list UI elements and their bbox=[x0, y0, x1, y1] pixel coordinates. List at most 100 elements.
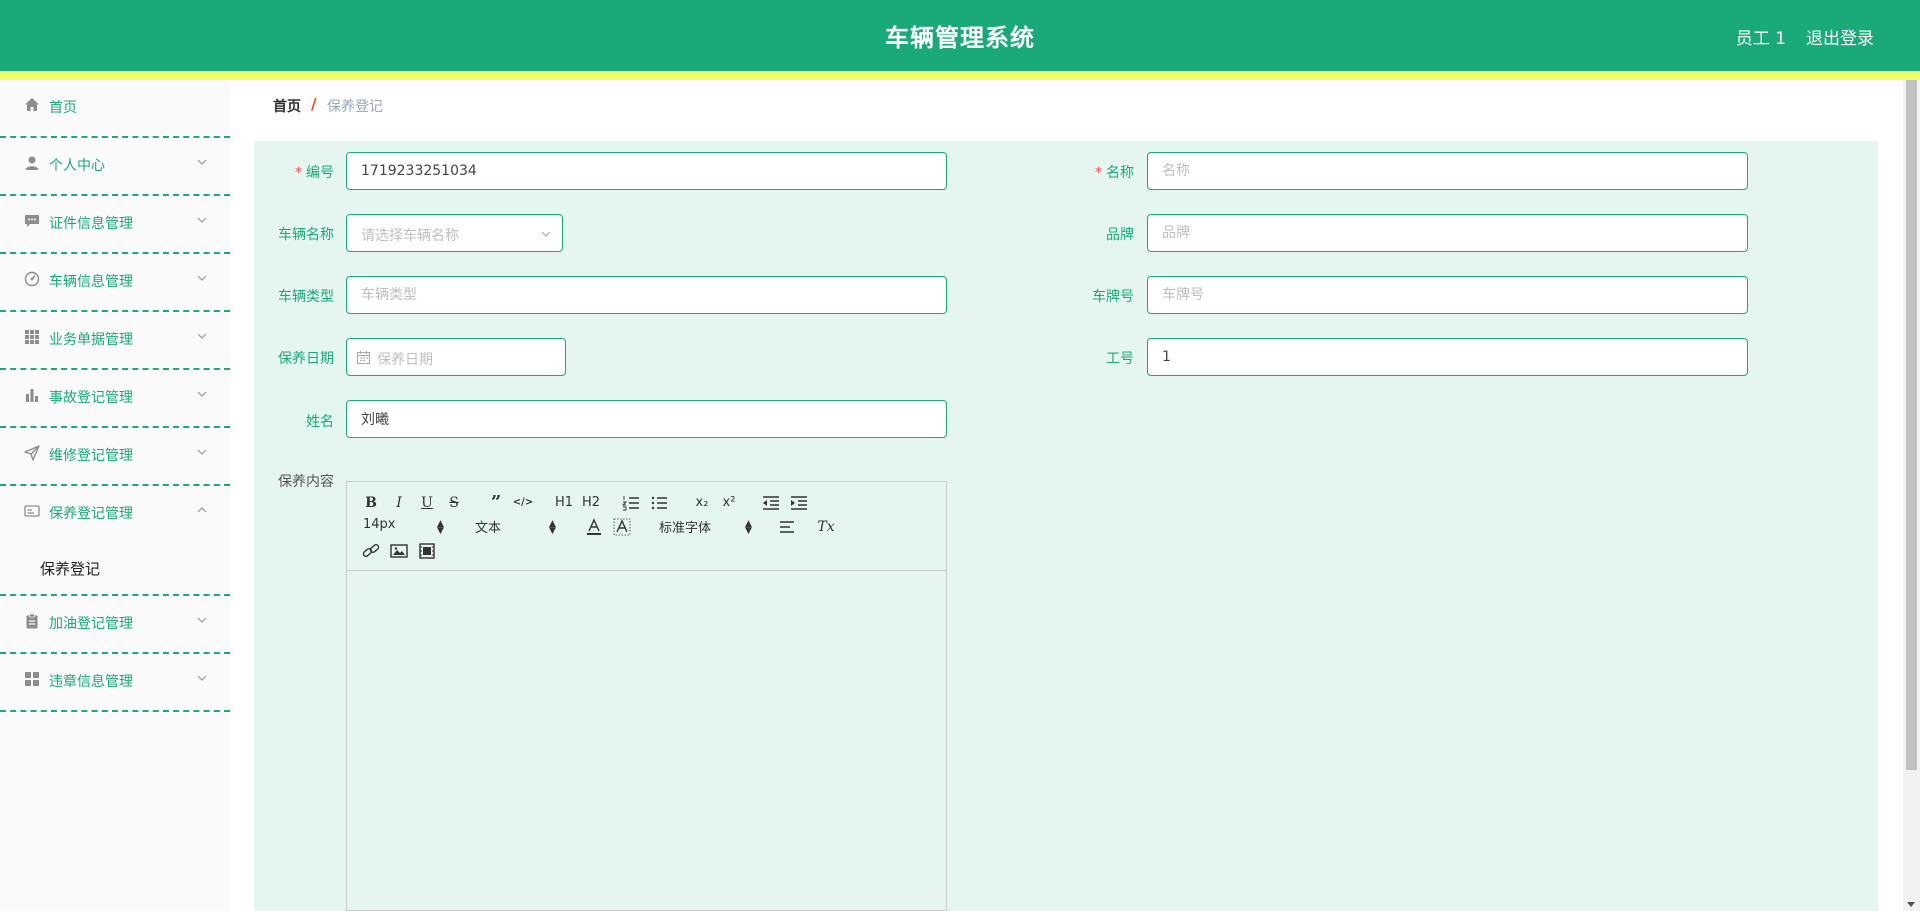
font-family-value: 标准字体 bbox=[659, 521, 712, 536]
sidebar-item-label: 业务单据管理 bbox=[49, 332, 133, 348]
sidebar-item-label: 车辆信息管理 bbox=[49, 274, 133, 290]
sidebar-item-label: 证件信息管理 bbox=[49, 216, 133, 232]
sidebar-item-violations[interactable]: 违章信息管理 bbox=[0, 654, 230, 712]
sidebar-item-label: 首页 bbox=[49, 100, 77, 116]
editor-toolbar: B I U S ” </> H1 H2 x₂ x² 14px ▲ ▼ 文本 ▲ … bbox=[347, 482, 946, 571]
bullet-list-icon[interactable] bbox=[649, 493, 671, 513]
underline-button[interactable]: U bbox=[416, 493, 438, 513]
maintenance-date-placeholder: 保养日期 bbox=[377, 352, 433, 368]
chevron-down-icon bbox=[197, 391, 207, 397]
subscript-button[interactable]: x₂ bbox=[691, 493, 713, 513]
header1-button[interactable]: H1 bbox=[553, 493, 575, 513]
required-mark: * bbox=[295, 165, 302, 181]
sidebar-item-certificates[interactable]: 证件信息管理 bbox=[0, 196, 230, 254]
sidebar-item-label: 个人中心 bbox=[49, 158, 105, 174]
current-user: 员工 1 bbox=[1735, 29, 1786, 49]
sidebar-item-label: 维修登记管理 bbox=[49, 448, 133, 464]
sidebar: 首页 个人中心 证件信息管理 车辆信息管理 业务单据管理 事故登记管理 维修登记… bbox=[0, 80, 230, 911]
indent-icon[interactable] bbox=[788, 493, 810, 513]
picker-updown-icon: ▼ bbox=[437, 526, 444, 536]
sidebar-item-documents[interactable]: 业务单据管理 bbox=[0, 312, 230, 370]
code-button[interactable]: </> bbox=[512, 493, 534, 513]
logout-link[interactable]: 退出登录 bbox=[1806, 24, 1874, 49]
sidebar-item-fuel[interactable]: 加油登记管理 bbox=[0, 596, 230, 654]
breadcrumb-home[interactable]: 首页 bbox=[273, 96, 301, 116]
bar-chart-icon bbox=[26, 389, 38, 402]
vehicle-name-select[interactable]: 请选择车辆名称 bbox=[346, 214, 563, 252]
number-input[interactable] bbox=[346, 152, 947, 190]
editor-content-area[interactable] bbox=[347, 571, 946, 910]
sidebar-item-repairs[interactable]: 维修登记管理 bbox=[0, 428, 230, 486]
strike-button[interactable]: S bbox=[443, 493, 465, 513]
link-icon[interactable] bbox=[360, 541, 382, 561]
chevron-down-icon bbox=[197, 333, 207, 339]
font-size-picker[interactable]: 14px ▲ ▼ bbox=[363, 517, 447, 537]
align-icon[interactable] bbox=[777, 517, 799, 537]
sidebar-item-home[interactable]: 首页 bbox=[0, 80, 230, 138]
vehicle-name-label: 车辆名称 bbox=[278, 227, 334, 243]
chevron-down-icon bbox=[197, 675, 207, 681]
sidebar-item-label: 事故登记管理 bbox=[49, 390, 133, 406]
sidebar-item-label: 加油登记管理 bbox=[49, 616, 133, 632]
calendar-icon bbox=[357, 351, 370, 364]
dashboard-icon bbox=[24, 271, 40, 287]
scroll-down-arrow-icon[interactable] bbox=[1907, 902, 1915, 907]
superscript-button[interactable]: x² bbox=[718, 493, 740, 513]
maintenance-content-label: 保养内容 bbox=[278, 474, 334, 490]
sidebar-item-personal[interactable]: 个人中心 bbox=[0, 138, 230, 196]
breadcrumb: 首页 / 保养登记 bbox=[254, 81, 1878, 129]
scrollbar-thumb[interactable] bbox=[1906, 80, 1917, 770]
outdent-icon[interactable] bbox=[760, 493, 782, 513]
user-icon bbox=[25, 156, 39, 170]
required-mark: * bbox=[1095, 165, 1102, 181]
home-icon bbox=[25, 98, 39, 111]
breadcrumb-separator: / bbox=[311, 95, 317, 113]
vehicle-name-placeholder: 请选择车辆名称 bbox=[361, 228, 459, 244]
sidebar-item-maintenance[interactable]: 保养登记管理 保养登记 bbox=[0, 486, 230, 596]
video-icon[interactable] bbox=[416, 541, 438, 561]
app-title: 车辆管理系统 bbox=[885, 24, 1035, 52]
plate-number-input[interactable] bbox=[1147, 276, 1748, 314]
vehicle-type-label: 车辆类型 bbox=[278, 289, 334, 305]
sidebar-item-accidents[interactable]: 事故登记管理 bbox=[0, 370, 230, 428]
top-header: 车辆管理系统 员工 1 退出登录 bbox=[0, 0, 1920, 80]
apps-icon bbox=[25, 672, 39, 686]
person-name-label: 姓名 bbox=[306, 414, 334, 430]
chevron-down-icon bbox=[197, 217, 207, 223]
chevron-up-icon bbox=[197, 507, 207, 513]
brand-label: 品牌 bbox=[1106, 227, 1134, 243]
breadcrumb-current: 保养登记 bbox=[327, 99, 383, 115]
message-icon bbox=[25, 215, 39, 227]
clean-format-button[interactable]: Tx bbox=[815, 517, 837, 537]
font-color-icon[interactable] bbox=[583, 517, 605, 537]
employee-id-input[interactable] bbox=[1147, 338, 1748, 376]
rich-text-editor: B I U S ” </> H1 H2 x₂ x² 14px ▲ ▼ 文本 ▲ … bbox=[346, 481, 947, 911]
blockquote-button[interactable]: ” bbox=[485, 493, 507, 513]
maintenance-date-label: 保养日期 bbox=[278, 351, 334, 367]
sidebar-item-label: 违章信息管理 bbox=[49, 674, 133, 690]
vehicle-type-input[interactable] bbox=[346, 276, 947, 314]
maintenance-date-picker[interactable]: 保养日期 bbox=[346, 338, 566, 376]
sidebar-item-vehicles[interactable]: 车辆信息管理 bbox=[0, 254, 230, 312]
page-scrollbar[interactable] bbox=[1903, 80, 1920, 911]
name-input[interactable] bbox=[1147, 152, 1748, 190]
header2-button[interactable]: H2 bbox=[580, 493, 602, 513]
background-color-icon[interactable] bbox=[611, 517, 633, 537]
submenu-item-label: 保养登记 bbox=[40, 560, 101, 578]
chevron-down-icon bbox=[197, 449, 207, 455]
italic-button[interactable]: I bbox=[388, 493, 410, 513]
number-label: * 编号 bbox=[295, 165, 334, 181]
brand-input[interactable] bbox=[1147, 214, 1748, 252]
font-family-picker[interactable]: 标准字体 ▲ ▼ bbox=[659, 517, 753, 537]
chevron-down-icon bbox=[197, 617, 207, 623]
bold-button[interactable]: B bbox=[360, 493, 382, 513]
image-icon[interactable] bbox=[388, 541, 410, 561]
ordered-list-icon[interactable] bbox=[621, 493, 643, 513]
header-picker-value: 文本 bbox=[475, 521, 502, 536]
submenu-item-maintenance-register[interactable]: 保养登记 bbox=[0, 542, 230, 592]
name-label: * 名称 bbox=[1095, 165, 1134, 181]
header-picker[interactable]: 文本 ▲ ▼ bbox=[475, 517, 559, 537]
card-icon bbox=[24, 505, 40, 517]
grid-icon bbox=[25, 330, 39, 344]
person-name-input[interactable] bbox=[346, 400, 947, 438]
